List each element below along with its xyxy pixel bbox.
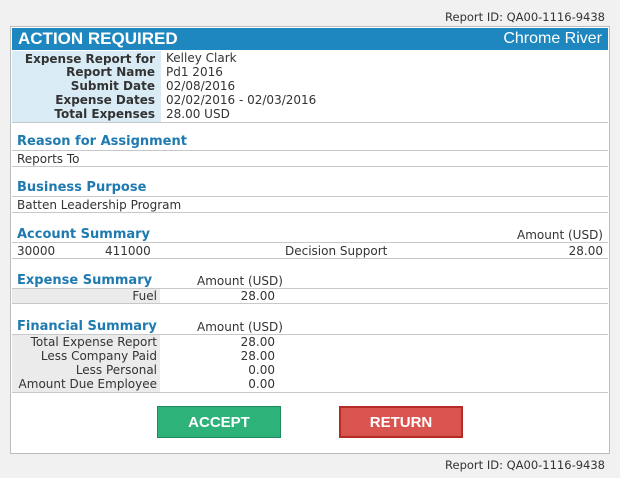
summary-value: Pd1 2016 <box>166 65 223 79</box>
summary-value: 28.00 USD <box>166 107 230 121</box>
financial-row-amount: 0.00 <box>248 363 275 377</box>
financial-row-amount: 28.00 <box>240 349 275 363</box>
header-title: ACTION REQUIRED <box>18 29 178 48</box>
divider <box>12 166 608 167</box>
summary-row-submit-date: Submit Date 02/08/2016 <box>12 79 608 93</box>
financial-row-amount: 28.00 <box>240 335 275 349</box>
action-required-card: ACTION REQUIRED Chrome River Expense Rep… <box>10 26 610 454</box>
report-id-top: Report ID: QA00-1116-9438 <box>445 10 605 24</box>
return-button[interactable]: RETURN <box>339 406 463 438</box>
account-code-1: 30000 <box>17 244 56 258</box>
divider <box>12 242 608 243</box>
account-code-2: 411000 <box>105 244 151 258</box>
card-header: ACTION REQUIRED Chrome River <box>12 28 608 50</box>
financial-row-amount: 0.00 <box>248 377 275 391</box>
summary-value: 02/02/2016 - 02/03/2016 <box>166 93 317 107</box>
business-value: Batten Leadership Program <box>17 198 182 212</box>
expense-amount-header: Amount (USD) <box>197 274 283 288</box>
account-section-title: Account Summary <box>17 227 151 242</box>
summary-row-expense-dates: Expense Dates 02/02/2016 - 02/03/2016 <box>12 93 608 107</box>
reason-value: Reports To <box>17 152 80 166</box>
divider <box>12 392 608 393</box>
divider <box>12 303 608 304</box>
report-id-bottom: Report ID: QA00-1116-9438 <box>445 458 605 472</box>
financial-row-label: Less Personal <box>75 363 157 377</box>
divider <box>12 150 608 151</box>
financial-row-label: Total Expense Report <box>30 335 157 349</box>
account-amount-header: Amount (USD) <box>517 228 603 242</box>
account-amount: 28.00 <box>568 244 603 258</box>
summary-label: Expense Report for <box>12 51 161 66</box>
summary-label: Total Expenses <box>12 107 161 122</box>
expense-section-title: Expense Summary <box>17 273 153 288</box>
summary-label: Submit Date <box>12 79 161 93</box>
summary-row-total-expenses: Total Expenses 28.00 USD <box>12 107 608 122</box>
header-brand: Chrome River <box>503 30 602 47</box>
summary-label: Expense Dates <box>12 93 161 107</box>
accept-button[interactable]: ACCEPT <box>157 406 281 438</box>
report-summary: Expense Report for Kelley Clark Report N… <box>12 50 608 123</box>
divider <box>12 212 608 213</box>
financial-amount-header: Amount (USD) <box>197 320 283 334</box>
financial-row-label: Less Company Paid <box>40 349 157 363</box>
financial-section-title: Financial Summary <box>17 319 157 334</box>
financial-row-label: Amount Due Employee <box>18 377 157 391</box>
reason-section-title: Reason for Assignment <box>17 134 187 149</box>
summary-row-report-name: Report Name Pd1 2016 <box>12 65 608 79</box>
divider <box>12 258 608 259</box>
account-description: Decision Support <box>285 244 388 258</box>
summary-value: 02/08/2016 <box>166 79 236 93</box>
summary-label: Report Name <box>12 65 161 79</box>
business-section-title: Business Purpose <box>17 180 147 195</box>
expense-row-amount: 28.00 <box>240 289 275 303</box>
expense-row-label: Fuel <box>12 289 160 303</box>
summary-value: Kelley Clark <box>166 51 237 65</box>
summary-row-expense-report-for: Expense Report for Kelley Clark <box>12 51 608 66</box>
divider <box>12 196 608 197</box>
